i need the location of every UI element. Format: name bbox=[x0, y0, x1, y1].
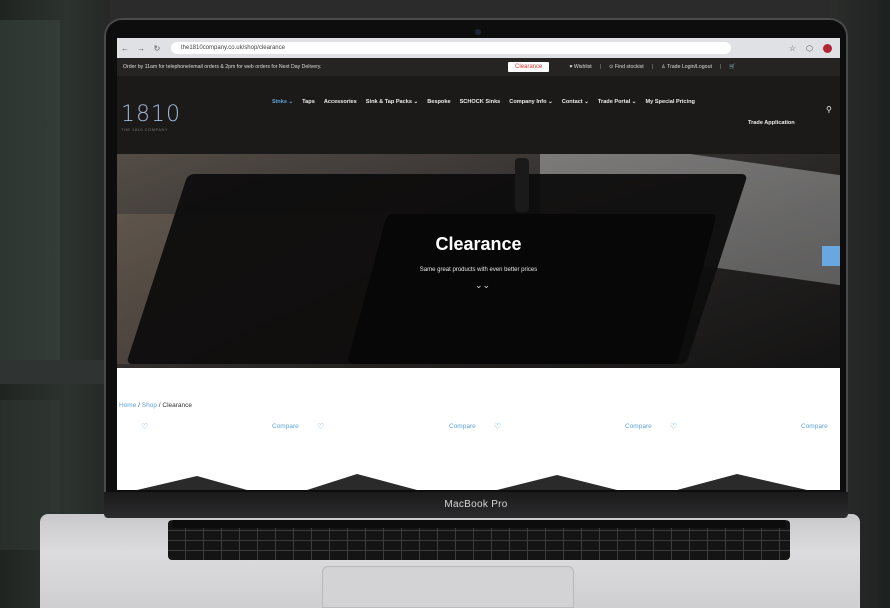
wishlist-heart-icon[interactable]: ♡ bbox=[317, 422, 324, 431]
nav-item-company-info[interactable]: Company Info ⌄ bbox=[509, 99, 553, 105]
compare-button[interactable]: Compare bbox=[625, 423, 652, 430]
clearance-button[interactable]: Clearance bbox=[508, 62, 550, 72]
nav-item-bespoke[interactable]: Bespoke bbox=[427, 99, 450, 105]
hero-subtitle: Same great products with even better pri… bbox=[419, 267, 538, 273]
bookmark-icon[interactable]: ☆ bbox=[789, 44, 796, 53]
scroll-down-icon[interactable]: ⌄⌄ bbox=[475, 281, 490, 290]
separator: | bbox=[651, 64, 654, 70]
nav-item-taps[interactable]: Taps bbox=[302, 99, 315, 105]
wishlist-heart-icon[interactable]: ♡ bbox=[494, 422, 501, 431]
search-icon[interactable]: ⚲ bbox=[826, 105, 832, 114]
background-ledge bbox=[0, 360, 110, 384]
breadcrumb: Home / Shop / Clearance bbox=[119, 402, 192, 409]
nav-item-sinks[interactable]: Sinks ⌄ bbox=[272, 99, 293, 105]
cart-icon[interactable]: 🛒 bbox=[729, 64, 735, 70]
laptop-touchbar bbox=[172, 520, 786, 528]
screen: ← → ↻ the1810company.co.uk/shop/clearanc… bbox=[117, 38, 840, 490]
separator: | bbox=[719, 64, 722, 70]
background-window bbox=[0, 20, 60, 380]
product-image-preview[interactable] bbox=[137, 476, 247, 490]
site-header: 1810 THE 1810 COMPANY Sinks ⌄ Taps Acces… bbox=[117, 76, 840, 154]
wishlist-heart-icon[interactable]: ♡ bbox=[141, 422, 148, 431]
wishlist-heart-icon[interactable]: ♡ bbox=[670, 422, 677, 431]
product-image-preview[interactable] bbox=[677, 474, 807, 490]
profile-avatar[interactable] bbox=[823, 43, 832, 53]
compare-button[interactable]: Compare bbox=[272, 423, 299, 430]
product-image-preview[interactable] bbox=[307, 474, 417, 490]
compare-button[interactable]: Compare bbox=[449, 423, 476, 430]
breadcrumb-shop[interactable]: Shop bbox=[142, 402, 157, 409]
hero-banner: Clearance Same great products with even … bbox=[117, 154, 840, 368]
nav-item-trade-portal[interactable]: Trade Portal ⌄ bbox=[598, 99, 637, 105]
utility-bar: Order by 11am for telephone/email orders… bbox=[117, 58, 840, 76]
trade-login-link[interactable]: ♙ Trade Login/Logout bbox=[661, 64, 712, 70]
product-image-preview[interactable] bbox=[497, 475, 617, 490]
nav-item-schock-sinks[interactable]: SCHOCK Sinks bbox=[460, 99, 501, 105]
breadcrumb-home[interactable]: Home bbox=[119, 402, 136, 409]
extensions-icon[interactable]: ⬡ bbox=[806, 44, 813, 53]
device-label: MacBook Pro bbox=[444, 499, 508, 510]
forward-icon[interactable]: → bbox=[133, 44, 149, 53]
hero-overlay bbox=[117, 154, 840, 368]
nav-item-accessories[interactable]: Accessories bbox=[324, 99, 357, 105]
compare-button[interactable]: Compare bbox=[801, 423, 828, 430]
nav-item-sink-tap-packs[interactable]: Sink & Tap Packs ⌄ bbox=[366, 99, 418, 105]
address-bar[interactable]: the1810company.co.uk/shop/clearance bbox=[171, 42, 731, 54]
reload-icon[interactable]: ↻ bbox=[149, 44, 165, 53]
breadcrumb-current: / Clearance bbox=[156, 402, 192, 409]
back-icon[interactable]: ← bbox=[117, 44, 133, 53]
browser-toolbar: ← → ↻ the1810company.co.uk/shop/clearanc… bbox=[117, 38, 840, 58]
logo-tagline: THE 1810 COMPANY bbox=[121, 127, 169, 132]
separator: | bbox=[599, 64, 602, 70]
find-stockist-link[interactable]: ⊙ Find stockist bbox=[609, 64, 644, 70]
camera-icon bbox=[475, 29, 481, 35]
delivery-message: Order by 11am for telephone/email orders… bbox=[123, 64, 322, 70]
site-logo[interactable]: 1810 bbox=[121, 102, 181, 127]
laptop-chin: MacBook Pro bbox=[104, 492, 848, 518]
nav-item-trade-application[interactable]: Trade Application bbox=[748, 120, 795, 126]
product-image-previews bbox=[137, 474, 807, 490]
side-feedback-tab[interactable] bbox=[822, 246, 840, 266]
browser-actions: ☆ ⬡ bbox=[789, 43, 840, 53]
product-actions-row: ♡ Compare ♡ Compare ♡ Compare ♡ Compare bbox=[117, 422, 840, 436]
nav-item-contact[interactable]: Contact ⌄ bbox=[562, 99, 589, 105]
laptop-trackpad bbox=[322, 566, 574, 608]
nav-item-special-pricing[interactable]: My Special Pricing bbox=[645, 99, 694, 105]
wishlist-link[interactable]: ♥ Wishlist bbox=[569, 64, 591, 70]
hero-title: Clearance bbox=[435, 234, 522, 254]
main-nav: Sinks ⌄ Taps Accessories Sink & Tap Pack… bbox=[272, 99, 695, 105]
